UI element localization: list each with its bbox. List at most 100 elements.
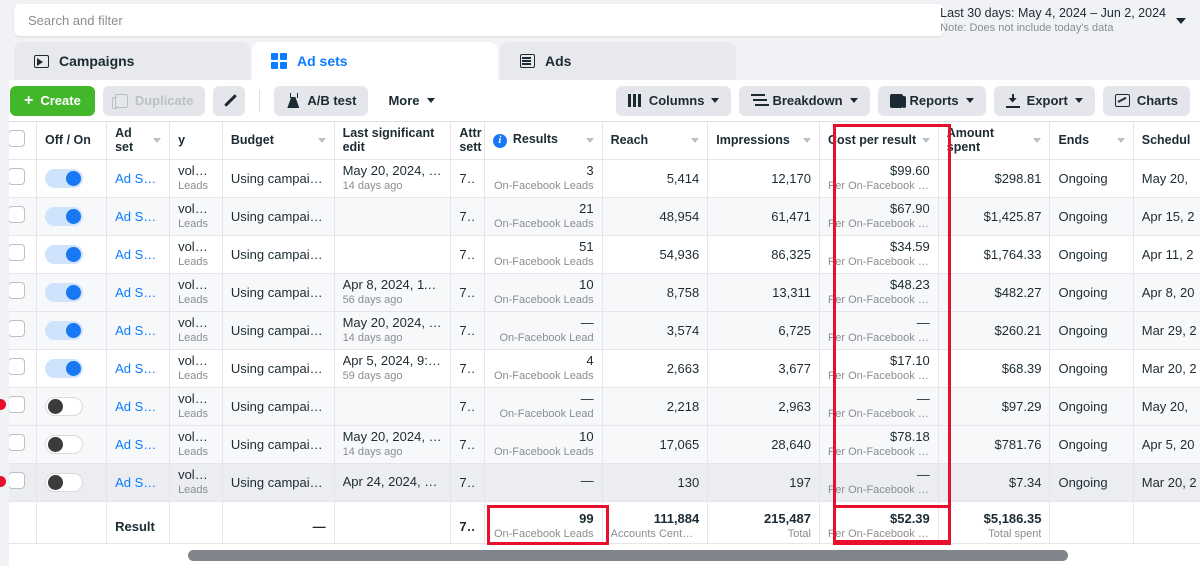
chevron-down-icon[interactable]: [153, 137, 162, 143]
row-last-edit-cell: May 20, 2024, 11:...14 days ago: [334, 159, 452, 198]
ad-set-link[interactable]: Ad Set...: [115, 171, 161, 186]
ad-set-link[interactable]: Ad Set...: [115, 323, 161, 338]
row-toggle-cell[interactable]: [36, 425, 108, 464]
schedule-value: May 20,: [1141, 170, 1188, 186]
th-cost-per-result[interactable]: Cost per result: [819, 122, 939, 160]
horizontal-scrollbar-thumb[interactable]: [188, 550, 1068, 561]
table-row[interactable]: Ad Set... volumeLeads Using campaign ... Ma…: [0, 159, 1200, 198]
horizontal-scrollbar-area[interactable]: [0, 543, 1200, 566]
duplicate-button[interactable]: Duplicate: [102, 85, 206, 116]
row-ad-set-cell[interactable]: Ad Set...: [106, 235, 171, 274]
th-off-on[interactable]: Off / On: [36, 122, 108, 160]
th-impressions[interactable]: Impressions: [707, 122, 820, 160]
row-toggle-cell[interactable]: [36, 273, 108, 312]
table-row[interactable]: Ad Set... volumeLeads Using campaign ... Ap…: [0, 463, 1200, 502]
table-row[interactable]: Ad Set... volumeLeads Using campaign ... Ap…: [0, 349, 1200, 388]
row-toggle-cell[interactable]: [36, 463, 108, 502]
row-toggle-cell[interactable]: [36, 311, 108, 350]
more-button[interactable]: More: [376, 86, 446, 116]
th-ends[interactable]: Ends: [1049, 122, 1134, 160]
export-button[interactable]: Export: [993, 85, 1095, 116]
th-amount-spent[interactable]: Amount spent: [938, 122, 1051, 160]
th-attribution-setting[interactable]: Attr sett: [450, 122, 485, 160]
edit-button[interactable]: [213, 85, 246, 116]
row-ad-set-cell[interactable]: Ad Set...: [106, 273, 171, 312]
off-on-toggle[interactable]: [45, 358, 84, 378]
row-toggle-cell[interactable]: [36, 235, 108, 274]
row-ad-set-cell[interactable]: Ad Set...: [106, 425, 171, 464]
th-delivery[interactable]: y: [169, 122, 223, 160]
row-toggle-cell[interactable]: [36, 387, 108, 426]
ad-set-link[interactable]: Ad Set...: [115, 475, 161, 490]
tab-ad-sets[interactable]: Ad sets: [252, 42, 498, 80]
chevron-down-icon[interactable]: [1116, 137, 1125, 143]
row-ad-set-cell[interactable]: Ad Set...: [106, 159, 171, 198]
ad-set-link[interactable]: Ad Set...: [115, 361, 161, 376]
row-ad-set-cell[interactable]: Ad Set...: [106, 463, 171, 502]
row-ad-set-cell[interactable]: Ad Set...: [106, 349, 171, 388]
ad-set-link[interactable]: Ad Set...: [115, 399, 161, 414]
table-row[interactable]: Ad Set... volumeLeads Using campaign ... 7-…: [0, 235, 1200, 274]
ab-test-button[interactable]: A/B test: [274, 85, 369, 116]
off-on-toggle[interactable]: [45, 282, 84, 302]
reports-button[interactable]: Reports: [877, 85, 986, 116]
search-input[interactable]: [28, 12, 930, 28]
chevron-down-icon[interactable]: [317, 137, 326, 143]
tab-ads[interactable]: Ads: [500, 42, 736, 80]
off-on-toggle[interactable]: [45, 472, 84, 492]
row-checkbox[interactable]: [8, 396, 25, 413]
ad-set-link[interactable]: Ad Set...: [115, 285, 161, 300]
off-on-toggle[interactable]: [45, 206, 84, 226]
ad-set-link[interactable]: Ad Set...: [115, 247, 161, 262]
row-checkbox[interactable]: [8, 168, 25, 185]
create-button[interactable]: + Create: [10, 85, 95, 116]
chevron-down-icon[interactable]: [1033, 137, 1042, 143]
search-and-filter-box[interactable]: [14, 4, 944, 36]
row-checkbox[interactable]: [8, 206, 25, 223]
select-all-checkbox[interactable]: [8, 130, 25, 148]
row-ad-set-cell[interactable]: Ad Set...: [106, 311, 171, 350]
table-row[interactable]: Ad Set... volumeLeads Using campaign ... Ma…: [0, 425, 1200, 464]
horizontal-scrollbar-track[interactable]: [0, 550, 1200, 561]
off-on-toggle[interactable]: [45, 168, 84, 188]
row-checkbox[interactable]: [8, 358, 25, 375]
row-toggle-cell[interactable]: [36, 197, 108, 236]
table-row[interactable]: Ad Set... volumeLeads Using campaign ... Ma…: [0, 311, 1200, 350]
chevron-down-icon[interactable]: [585, 137, 594, 143]
table-row[interactable]: Ad Set... volumeLeads Using campaign ... Ap…: [0, 273, 1200, 312]
th-reach[interactable]: Reach: [602, 122, 709, 160]
table-row[interactable]: Ad Set... volumeLeads Using campaign ... 7-…: [0, 197, 1200, 236]
chevron-down-icon[interactable]: [691, 137, 700, 143]
row-checkbox[interactable]: [8, 244, 25, 261]
th-ad-set[interactable]: Ad set: [106, 122, 171, 160]
tab-campaigns[interactable]: Campaigns: [14, 42, 250, 80]
off-on-toggle[interactable]: [45, 434, 84, 454]
th-last-significant-edit[interactable]: Last significant edit: [334, 122, 452, 160]
off-on-toggle[interactable]: [45, 320, 84, 340]
breakdown-button[interactable]: Breakdown: [739, 85, 870, 116]
th-schedule[interactable]: Schedul: [1133, 122, 1200, 160]
row-checkbox[interactable]: [8, 472, 25, 489]
chevron-down-icon[interactable]: [802, 137, 811, 143]
off-on-toggle[interactable]: [45, 396, 84, 416]
ad-set-link[interactable]: Ad Set...: [115, 209, 161, 224]
columns-button[interactable]: Columns: [615, 85, 732, 116]
row-amount-spent-cell: $482.27: [938, 273, 1051, 312]
row-toggle-cell[interactable]: [36, 349, 108, 388]
row-checkbox[interactable]: [8, 320, 25, 337]
charts-button[interactable]: Charts: [1102, 85, 1190, 116]
chevron-down-icon[interactable]: [1176, 17, 1186, 24]
date-range-selector[interactable]: Last 30 days: May 4, 2024 – Jun 2, 2024 …: [930, 3, 1194, 38]
off-on-toggle[interactable]: [45, 244, 84, 264]
row-checkbox[interactable]: [8, 434, 25, 451]
table-row[interactable]: Ad Set... volumeLeads Using campaign ... 7-…: [0, 387, 1200, 426]
row-ad-set-cell[interactable]: Ad Set...: [106, 197, 171, 236]
th-budget[interactable]: Budget: [222, 122, 335, 160]
ad-set-link[interactable]: Ad Set...: [115, 437, 161, 452]
chevron-down-icon[interactable]: [921, 137, 930, 143]
row-checkbox[interactable]: [8, 282, 25, 299]
row-ad-set-cell[interactable]: Ad Set...: [106, 387, 171, 426]
info-icon[interactable]: i: [492, 134, 507, 149]
row-toggle-cell[interactable]: [36, 159, 108, 198]
th-results[interactable]: i Results: [484, 122, 603, 160]
